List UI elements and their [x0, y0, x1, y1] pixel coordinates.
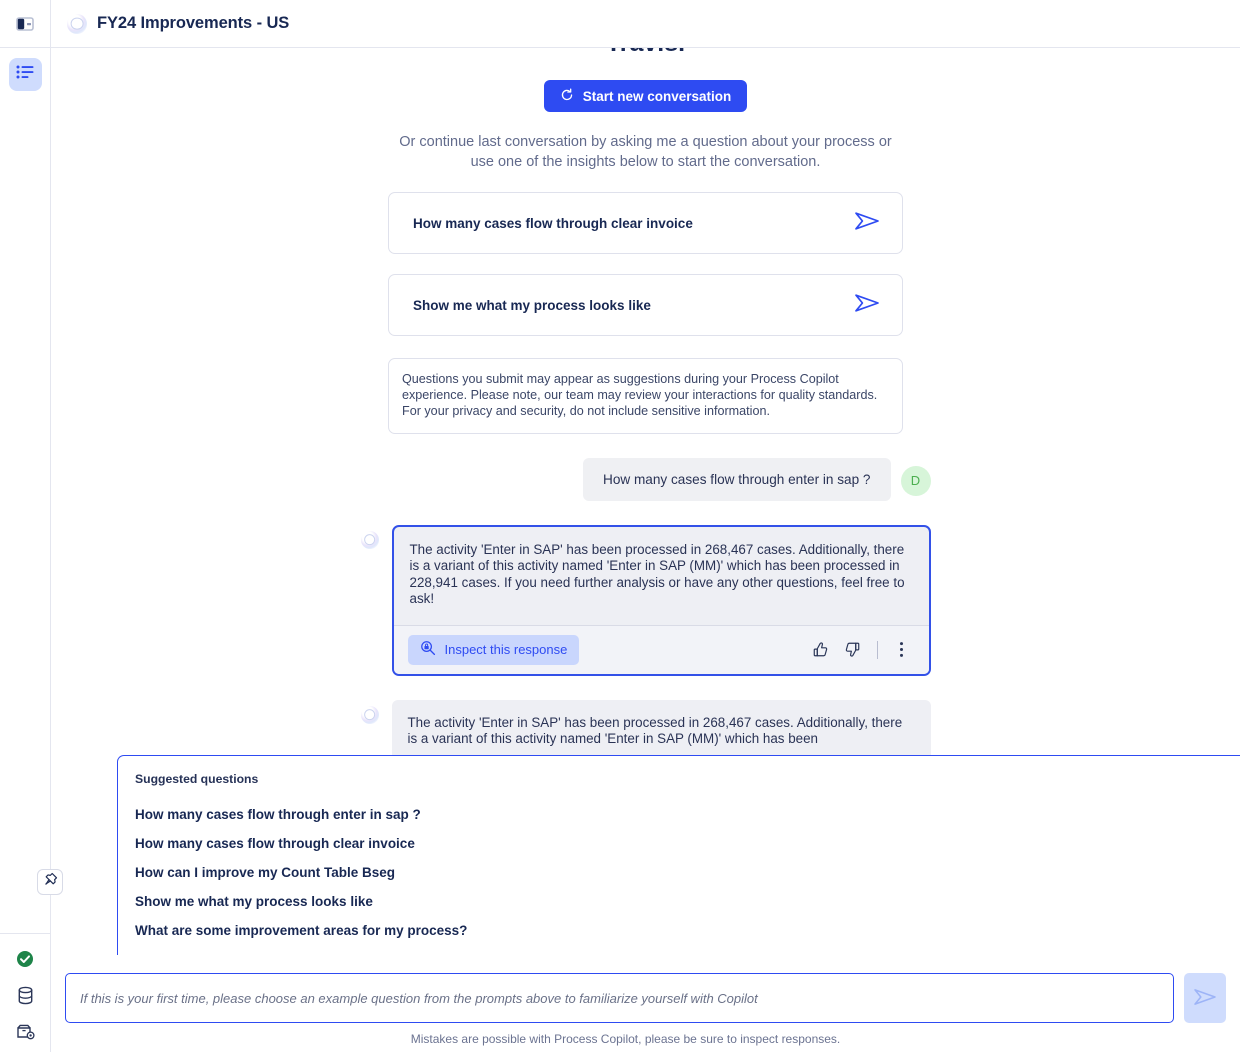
box-settings-icon[interactable] — [14, 1020, 36, 1042]
list-icon — [16, 64, 35, 85]
copilot-logo-icon — [67, 13, 87, 34]
insight-card-2[interactable]: Show me what my process looks like — [388, 274, 903, 336]
top-bar: FY24 Improvements - US — [51, 0, 1240, 48]
more-options-icon[interactable] — [889, 637, 915, 663]
suggested-question-1[interactable]: How many cases flow through enter in sap… — [135, 800, 1240, 829]
main-column: FY24 Improvements - US Travis. Start new… — [51, 0, 1240, 1052]
hero-subtitle: Or continue last conversation by asking … — [399, 134, 892, 170]
composer: Mistakes are possible with Process Copil… — [51, 973, 1240, 1052]
assistant-actions: Inspect this response — [393, 624, 929, 674]
composer-row — [65, 973, 1226, 1023]
suggested-question-4[interactable]: Show me what my process looks like — [135, 887, 1240, 916]
pin-panel-button[interactable] — [37, 869, 63, 895]
inspect-magnifier-icon — [420, 640, 436, 659]
pin-icon — [43, 872, 58, 892]
inspect-response-button[interactable]: Inspect this response — [407, 634, 580, 665]
suggested-questions-panel: Suggested questions How many cases flow … — [117, 755, 1240, 955]
assistant-response-card[interactable]: The activity 'Enter in SAP' has been pro… — [391, 524, 931, 676]
conversation-content: Travis. Start new conversation Or contin… — [51, 48, 1240, 765]
hero-title: Travis. — [606, 48, 685, 58]
check-circle-icon[interactable] — [14, 948, 36, 970]
feedback-group — [808, 637, 915, 663]
thumbs-up-icon[interactable] — [808, 637, 834, 663]
insight-card-1-label: How many cases flow through clear invoic… — [413, 215, 693, 231]
message-input[interactable] — [65, 973, 1174, 1023]
send-icon[interactable] — [854, 210, 880, 237]
rail-nav — [0, 48, 50, 91]
start-new-conversation-button[interactable]: Start new conversation — [543, 80, 748, 112]
thumbs-down-icon[interactable] — [840, 637, 866, 663]
start-new-conversation-label: Start new conversation — [582, 88, 732, 104]
app-root: FY24 Improvements - US Travis. Start new… — [0, 0, 1240, 1052]
refresh-icon — [560, 87, 574, 105]
inspect-response-label: Inspect this response — [444, 642, 568, 658]
assistant-avatar-icon — [360, 705, 379, 724]
suggested-question-3[interactable]: How can I improve my Count Table Bseg — [135, 858, 1240, 887]
message-row-assistant-focused: The activity 'Enter in SAP' has been pro… — [360, 524, 931, 676]
database-icon[interactable] — [14, 984, 36, 1006]
send-icon[interactable] — [854, 292, 880, 319]
rail-header — [0, 0, 50, 48]
avatar: D — [900, 465, 931, 496]
suggested-question-5[interactable]: What are some improvement areas for my p… — [135, 916, 1240, 945]
send-message-button[interactable] — [1184, 973, 1226, 1023]
send-icon — [1193, 987, 1217, 1010]
assistant-avatar-icon — [360, 530, 379, 549]
privacy-notice: Questions you submit may appear as sugge… — [388, 358, 903, 434]
rail-status-group — [0, 933, 50, 1052]
footer-disclaimer: Mistakes are possible with Process Copil… — [410, 1032, 841, 1046]
user-message-text: How many cases flow through enter in sap… — [583, 457, 891, 501]
insight-card-1[interactable]: How many cases flow through clear invoic… — [388, 192, 903, 254]
assistant-message-text: The activity 'Enter in SAP' has been pro… — [409, 541, 905, 607]
message-row-user: How many cases flow through enter in sap… — [361, 457, 931, 501]
sidebar-item-insights[interactable] — [8, 58, 42, 91]
panel-toggle-icon[interactable] — [13, 12, 37, 36]
action-divider — [876, 640, 878, 659]
left-rail — [0, 0, 63, 1052]
suggested-questions-heading: Suggested questions — [135, 772, 259, 786]
suggested-question-2[interactable]: How many cases flow through clear invoic… — [135, 829, 1240, 858]
page-title: FY24 Improvements - US — [97, 14, 290, 32]
insight-card-2-label: Show me what my process looks like — [413, 297, 651, 313]
